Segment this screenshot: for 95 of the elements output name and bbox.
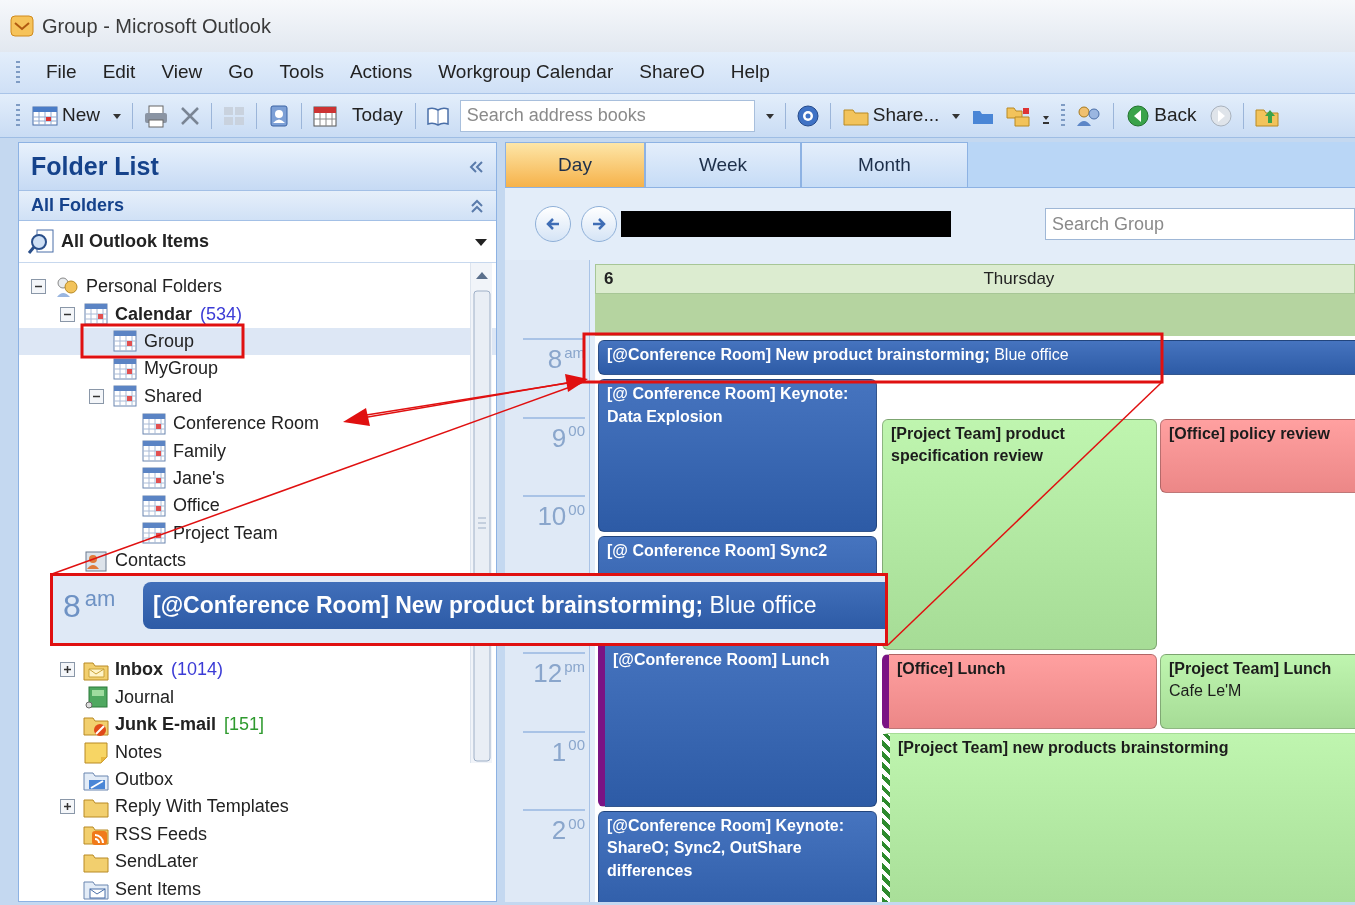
- folder-item[interactable]: Family: [19, 437, 496, 465]
- folder-item[interactable]: Conference Room: [19, 409, 496, 438]
- menu-item[interactable]: ShareO: [639, 58, 705, 87]
- view-selector[interactable]: All Outlook Items: [19, 221, 496, 263]
- section-label: All Folders: [31, 194, 124, 217]
- item-count: (534): [200, 302, 243, 326]
- folder-item[interactable]: Project Team: [19, 519, 496, 547]
- journal-icon: [83, 685, 109, 710]
- calendar-icon: [112, 329, 138, 354]
- calendar-icon: [112, 356, 138, 381]
- collapse-chevron-icon[interactable]: [468, 159, 484, 174]
- item-count: [151]: [224, 713, 265, 737]
- menu-item[interactable]: View: [161, 58, 203, 87]
- expand-icon[interactable]: [60, 799, 75, 815]
- dropdown-caret-icon[interactable]: [764, 111, 775, 120]
- day-header: 6 Thursday: [595, 264, 1355, 294]
- menu-item[interactable]: Help: [730, 58, 770, 87]
- folder-item[interactable]: Journal: [19, 683, 496, 712]
- calendar-icon: [141, 411, 167, 436]
- folder-item[interactable]: Group: [19, 327, 496, 356]
- calendar-event[interactable]: [Office] policy review: [1160, 418, 1355, 493]
- collapse-icon[interactable]: [31, 279, 46, 295]
- menu-item[interactable]: File: [46, 58, 77, 87]
- hour-label: 1$^{00}$: [523, 730, 585, 765]
- menu-item[interactable]: Actions: [349, 58, 413, 87]
- folder-item[interactable]: Contacts: [19, 546, 496, 575]
- calendar-icon: [141, 521, 167, 546]
- caret-icon[interactable]: [112, 111, 122, 120]
- folder-item[interactable]: Personal Folders: [19, 273, 496, 301]
- folder-item[interactable]: Outbox: [19, 765, 496, 794]
- calendar-event[interactable]: [@Conference Room] New product brainstorming; Blue office: [598, 340, 1355, 376]
- folder-item[interactable]: Jane's: [19, 464, 496, 493]
- folder-item[interactable]: Inbox (1014): [19, 656, 496, 684]
- caret-icon[interactable]: [951, 111, 962, 120]
- item-count: (1014): [171, 658, 224, 682]
- calendar-event[interactable]: [@Conference Room] Keynote: ShareO; Sync2, OutShare differences: [598, 811, 877, 902]
- view-tab[interactable]: Day: [505, 142, 645, 187]
- hour-label: 9$^{00}$: [523, 416, 585, 451]
- hour-label: 2$^{00}$: [523, 809, 585, 843]
- address-book-icon[interactable]: [267, 103, 291, 128]
- folder-item[interactable]: RSS Feeds: [19, 820, 496, 849]
- menu-item[interactable]: Edit: [102, 58, 136, 87]
- open-book-icon[interactable]: [425, 104, 450, 127]
- folder-item[interactable]: MyGroup: [19, 355, 496, 383]
- share-button[interactable]: Share...: [840, 101, 942, 130]
- calendar-icon[interactable]: [312, 103, 340, 128]
- delete-icon[interactable]: [179, 104, 201, 127]
- menu-item[interactable]: Go: [228, 58, 254, 87]
- folders-icon: [54, 274, 80, 299]
- folder-item[interactable]: Shared: [19, 382, 496, 410]
- calendar-grid-icon: [32, 104, 58, 127]
- calendar-event[interactable]: [@ Conference Room] Keynote: Data Explosion: [598, 379, 877, 533]
- calendar-icon: [141, 439, 167, 464]
- previous-day-button[interactable]: [535, 206, 571, 242]
- calendar-search-field[interactable]: Search Group: [1045, 208, 1355, 240]
- folder-item[interactable]: Reply With Templates: [19, 793, 496, 821]
- calendar-event[interactable]: [Office] Lunch: [882, 654, 1157, 729]
- calendar-event[interactable]: [Project Team] new products brainstorming: [882, 732, 1355, 902]
- expand-icon[interactable]: [60, 662, 75, 678]
- window-title: Group - Microsoft Outlook: [42, 14, 271, 39]
- folder-item[interactable]: SendLater: [19, 848, 496, 876]
- view-tab[interactable]: Month: [801, 142, 968, 187]
- hour-label: 10$^{00}$: [523, 495, 585, 529]
- folder-item[interactable]: Office: [19, 492, 496, 520]
- folder-item[interactable]: Calendar (534): [19, 300, 496, 328]
- hour-label: 8$^{am}$: [62, 585, 117, 626]
- calendar-event[interactable]: [Project Team] product specification review: [882, 418, 1157, 650]
- back-button[interactable]: Back: [1124, 101, 1199, 130]
- pane-title: Folder List: [31, 150, 159, 182]
- calendar-event[interactable]: [Project Team] Lunch Cafe Le'M: [1160, 654, 1355, 729]
- view-tab[interactable]: Week: [645, 142, 801, 187]
- menu-item[interactable]: Tools: [279, 58, 324, 87]
- magnifier-page-icon: [27, 227, 57, 256]
- folder-item[interactable]: Junk E-mail [151]: [19, 711, 496, 739]
- collapse-icon[interactable]: [89, 388, 104, 404]
- printer-icon[interactable]: [143, 103, 169, 128]
- menu-item[interactable]: Workgroup Calendar: [438, 58, 614, 87]
- folder-item[interactable]: Sent Items: [19, 875, 496, 903]
- new-button[interactable]: New: [30, 101, 102, 130]
- calendar-icon: [83, 302, 109, 327]
- calendar-event: [@Conference Room] New product brainstorming; Blue office: [143, 582, 885, 629]
- next-day-button[interactable]: [581, 206, 617, 242]
- calendar-icon: [141, 493, 167, 518]
- collapse-icon[interactable]: [60, 306, 75, 322]
- calendar-icon: [141, 466, 167, 491]
- address-search-field[interactable]: Search address books: [459, 99, 755, 132]
- collapse-up-icon[interactable]: [470, 197, 484, 214]
- note-icon: [83, 740, 109, 765]
- hour-label: 12$^{pm}$: [523, 652, 585, 686]
- today-button[interactable]: Today: [350, 101, 405, 130]
- envelope-logo-icon: [10, 14, 34, 38]
- calendar-icon: [112, 384, 138, 409]
- help-icon[interactable]: [795, 103, 820, 128]
- folder-item[interactable]: Notes: [19, 738, 496, 766]
- dropdown-caret-icon: [474, 236, 488, 247]
